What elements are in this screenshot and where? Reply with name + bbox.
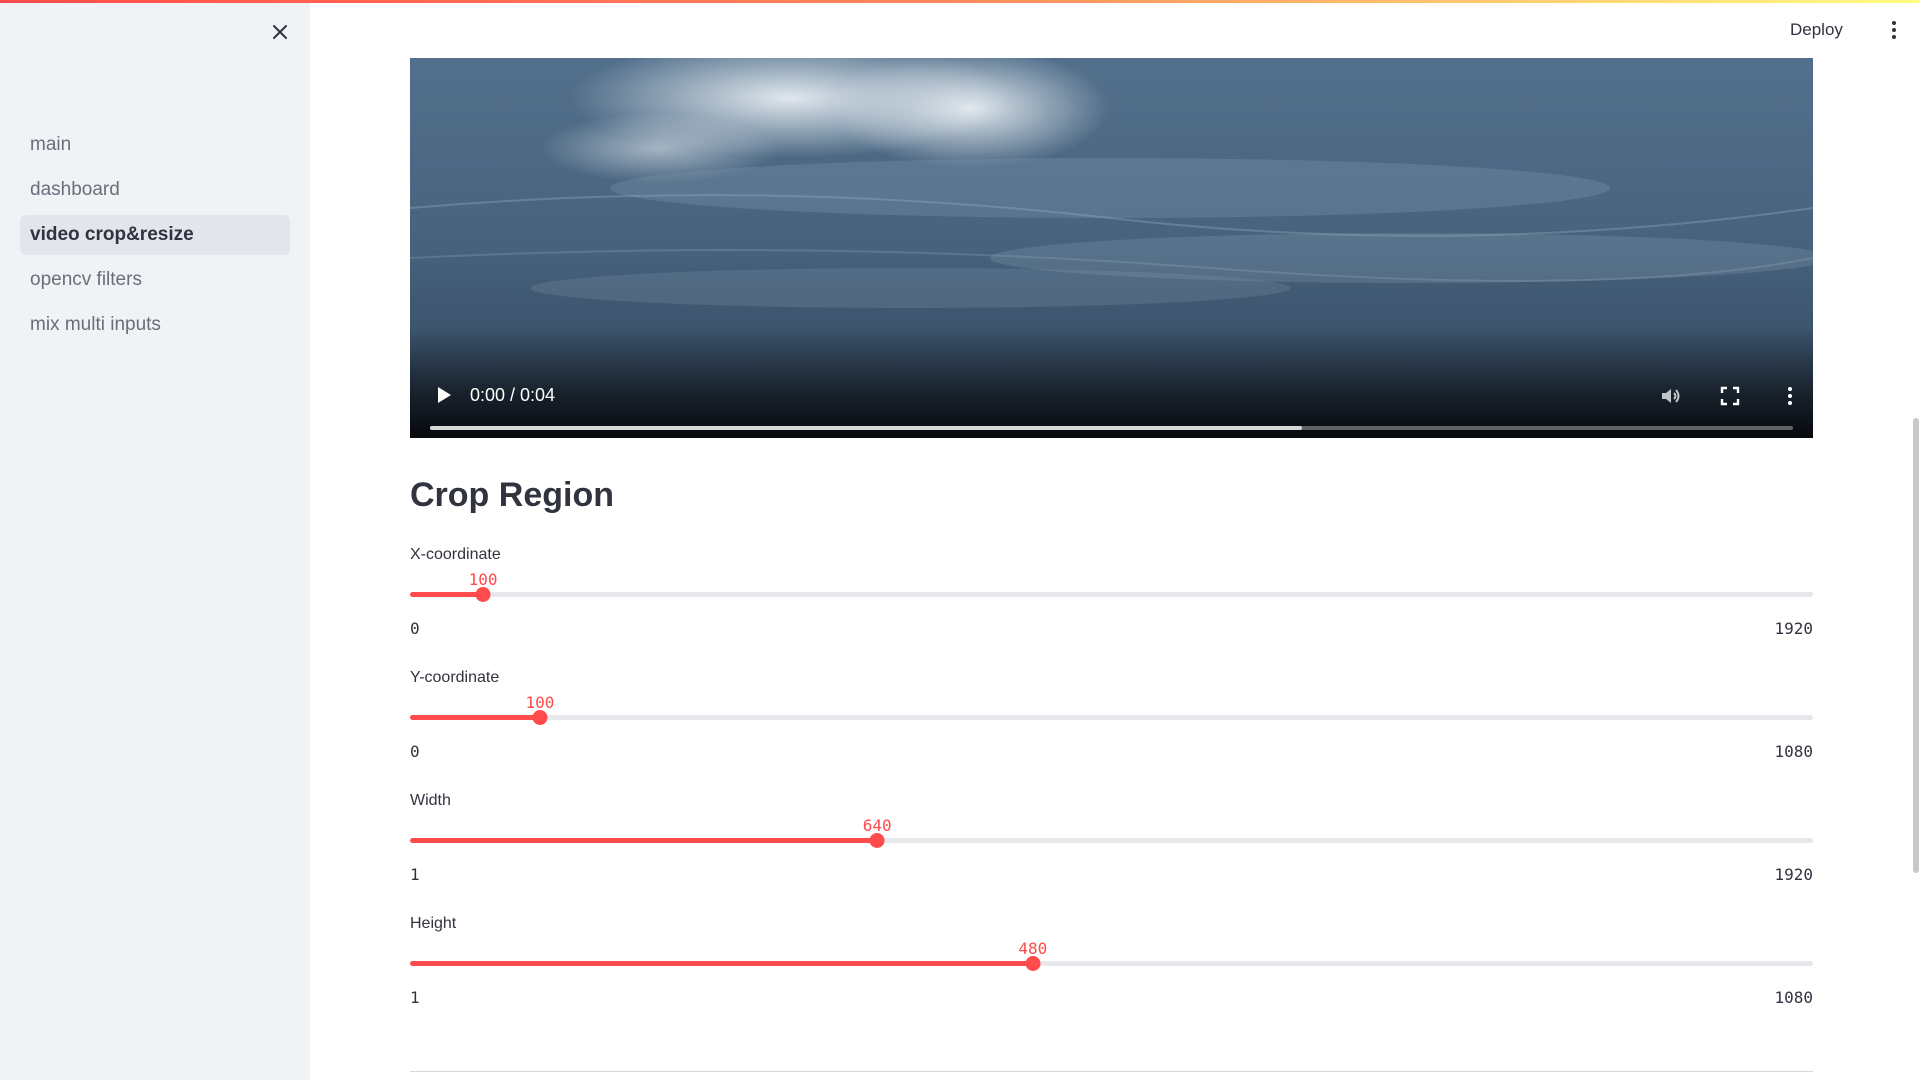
sidebar-item-opencv-filters[interactable]: opencv filters <box>20 260 290 300</box>
y-coordinate-slider: Y-coordinate 100 0 1080 <box>410 669 1813 779</box>
page-scrollbar[interactable] <box>1913 418 1919 873</box>
fullscreen-button[interactable] <box>1718 384 1742 408</box>
slider-fill <box>410 838 878 843</box>
slider-track[interactable] <box>410 833 1813 848</box>
slider-fill <box>410 592 484 597</box>
sidebar-item-dashboard[interactable]: dashboard <box>20 170 290 210</box>
slider-thumb[interactable] <box>532 710 548 725</box>
fullscreen-icon <box>1720 386 1740 406</box>
volume-icon <box>1662 389 1680 403</box>
width-slider: Width 640 1 1920 <box>410 792 1813 902</box>
slider-label: Y-coordinate <box>410 669 500 686</box>
slider-track[interactable] <box>410 710 1813 725</box>
slider-max: 1920 <box>1774 619 1813 638</box>
mute-button[interactable] <box>1659 384 1683 408</box>
section-title: Crop Region <box>410 476 614 514</box>
more-vertical-icon <box>1892 21 1896 39</box>
slider-min: 0 <box>410 619 420 638</box>
slider-min: 1 <box>410 865 420 884</box>
slider-track[interactable] <box>410 956 1813 971</box>
slider-label: Height <box>410 915 457 932</box>
section-divider <box>410 1071 1813 1072</box>
video-time: 0:00 / 0:04 <box>470 385 556 405</box>
slider-max: 1080 <box>1774 988 1813 1007</box>
video-progress-fill <box>430 426 1303 430</box>
slider-label: X-coordinate <box>410 546 501 563</box>
slider-thumb[interactable] <box>869 833 885 848</box>
slider-max: 1920 <box>1774 865 1813 884</box>
slider-thumb[interactable] <box>1025 956 1041 971</box>
slider-min: 0 <box>410 742 420 761</box>
slider-max: 1080 <box>1774 742 1813 761</box>
close-sidebar-button[interactable] <box>268 20 292 44</box>
top-decoration-stripe <box>0 0 1920 3</box>
x-coordinate-slider: X-coordinate 100 0 1920 <box>410 546 1813 656</box>
play-icon <box>438 387 451 403</box>
video-progress-bar[interactable] <box>430 426 1793 430</box>
slider-label: Width <box>410 792 451 809</box>
slider-fill <box>410 715 540 720</box>
slider-fill <box>410 961 1033 966</box>
video-player[interactable]: 0:00 / 0:04 <box>410 58 1813 438</box>
sidebar-item-main[interactable]: main <box>20 125 290 165</box>
sidebar-item-mix-multi-inputs[interactable]: mix multi inputs <box>20 305 290 345</box>
sidebar-item-video-crop-resize[interactable]: video crop&resize <box>20 215 290 255</box>
height-slider: Height 480 1 1080 <box>410 915 1813 1025</box>
sidebar: main dashboard video crop&resize opencv … <box>0 0 310 1080</box>
slider-thumb[interactable] <box>475 587 491 602</box>
main-menu-button[interactable] <box>1882 18 1906 42</box>
close-icon <box>273 25 287 39</box>
video-controls: 0:00 / 0:04 <box>410 328 1813 438</box>
slider-min: 1 <box>410 988 420 1007</box>
slider-track[interactable] <box>410 587 1813 602</box>
sidebar-nav: main dashboard video crop&resize opencv … <box>20 125 290 350</box>
play-button[interactable] <box>434 384 454 406</box>
deploy-button[interactable]: Deploy <box>1790 18 1843 42</box>
